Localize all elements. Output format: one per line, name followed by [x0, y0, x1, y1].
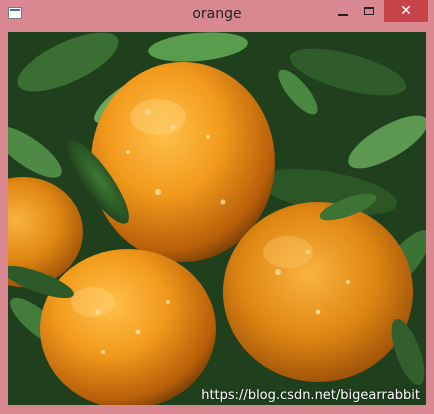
orange-bottom-right [223, 202, 413, 382]
title-bar[interactable]: orange ✕ [0, 0, 434, 32]
maximize-icon [364, 7, 374, 15]
watermark-text: https://blog.csdn.net/bigearrabbit [201, 388, 420, 403]
window-app-icon[interactable] [8, 7, 22, 19]
orange-bottom-left [40, 249, 216, 405]
oranges-photo [8, 32, 426, 405]
close-icon: ✕ [400, 3, 412, 19]
highlight [71, 287, 115, 317]
minimize-icon [338, 14, 348, 16]
minimize-button[interactable] [330, 0, 356, 22]
highlight [130, 99, 186, 135]
app-window: orange ✕ https://blog.csdn.net/bigearrab… [0, 0, 434, 414]
maximize-button[interactable] [356, 0, 382, 22]
highlight [263, 236, 313, 268]
close-button[interactable]: ✕ [384, 0, 428, 22]
image-canvas: https://blog.csdn.net/bigearrabbit [8, 32, 426, 405]
